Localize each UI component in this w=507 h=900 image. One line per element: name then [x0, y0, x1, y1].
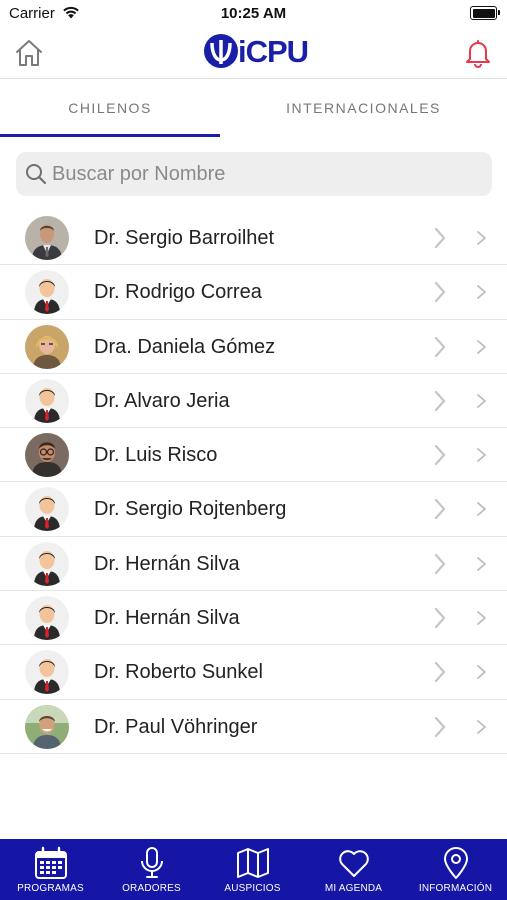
tab-internacionales[interactable]: INTERNACIONALES: [220, 79, 507, 137]
tab-informacion[interactable]: INFORMACIÓN: [405, 839, 506, 900]
disclosure-chevron-icon: [476, 719, 487, 740]
disclosure-chevron-icon: [476, 284, 487, 305]
chevron-right-icon: [433, 661, 447, 688]
speaker-row[interactable]: Dr. Roberto Sunkel: [0, 645, 507, 700]
notifications-button[interactable]: [463, 37, 493, 69]
speaker-row[interactable]: Dra. Daniela Gómez: [0, 320, 507, 374]
speaker-name: Dr. Luis Risco: [94, 444, 218, 467]
speaker-name: Dr. Paul Vöhringer: [94, 715, 258, 738]
home-button[interactable]: [13, 37, 45, 69]
search-input[interactable]: [52, 152, 482, 196]
tab-oradores[interactable]: ORADORES: [101, 839, 202, 900]
speaker-name: Dr. Sergio Barroilhet: [94, 227, 275, 249]
speaker-name: Dr. Alvaro Jeria: [94, 389, 230, 412]
tab-mi-agenda[interactable]: MI AGENDA: [303, 839, 404, 900]
chevron-right-icon: [433, 498, 447, 525]
search-icon: [25, 163, 47, 190]
avatar: [25, 650, 69, 695]
disclosure-chevron-icon: [476, 610, 487, 631]
tab-programas[interactable]: PROGRAMAS: [0, 839, 101, 900]
avatar: [25, 541, 69, 586]
avatar: [25, 433, 69, 478]
speaker-row[interactable]: Dr. Sergio Barroilhet: [0, 211, 507, 266]
search-bar: [16, 152, 492, 196]
speaker-list: Dr. Sergio Barroilhet Dr. Rodrigo Correa D…: [0, 211, 507, 754]
chevron-right-icon: [433, 716, 447, 743]
calendar-icon: [34, 846, 67, 879]
avatar: [25, 378, 69, 423]
bell-icon: [466, 40, 490, 68]
location-pin-icon: [443, 847, 468, 879]
tab-oradores-label: ORADORES: [122, 883, 181, 894]
bottom-tab-bar: PROGRAMAS ORADORES AUSPICIOS MI AGENDA I…: [0, 839, 507, 900]
speaker-row[interactable]: Dr. Paul Vöhringer: [0, 700, 507, 754]
clock: 10:25 AM: [220, 5, 287, 22]
speaker-row[interactable]: Dr. Rodrigo Correa: [0, 265, 507, 320]
tab-auspicios-label: AUSPICIOS: [224, 883, 281, 894]
avatar: [25, 704, 69, 749]
speaker-row[interactable]: Dr. Hernán Silva: [0, 591, 507, 646]
speaker-name: Dr. Rodrigo Correa: [94, 281, 262, 304]
disclosure-chevron-icon: [476, 556, 487, 577]
battery-icon: [470, 6, 500, 20]
speaker-name: Dr. Hernán Silva: [94, 607, 240, 630]
tab-informacion-label: INFORMACIÓN: [418, 883, 493, 894]
avatar: [25, 487, 69, 532]
disclosure-chevron-icon: [476, 393, 487, 414]
active-tab-indicator: [0, 134, 220, 137]
microphone-icon: [140, 847, 163, 878]
speaker-row[interactable]: Dr. Alvaro Jeria: [0, 374, 507, 429]
chevron-right-icon: [433, 281, 447, 308]
chevron-right-icon: [433, 553, 447, 580]
status-bar: Carrier 10:25 AM: [0, 0, 507, 28]
tab-programas-label: PROGRAMAS: [17, 883, 84, 894]
heart-icon: [338, 850, 369, 877]
disclosure-chevron-icon: [476, 501, 487, 522]
chevron-right-icon: [433, 336, 447, 363]
speaker-row[interactable]: Dr. Hernán Silva: [0, 537, 507, 592]
speaker-row[interactable]: Dr. Luis Risco: [0, 428, 507, 483]
avatar: [25, 324, 69, 369]
navigation-bar: iCPU: [0, 28, 507, 79]
speaker-name: Dra. Daniela Gómez: [94, 335, 276, 358]
disclosure-chevron-icon: [476, 664, 487, 685]
logo-mark: [204, 34, 238, 68]
chevron-right-icon: [433, 444, 447, 471]
avatar: [25, 596, 69, 641]
speaker-name: Dr. Roberto Sunkel: [94, 661, 263, 684]
logo-text: iCPU: [238, 34, 309, 69]
disclosure-chevron-icon: [476, 339, 487, 360]
home-icon: [16, 40, 42, 66]
speaker-name: Dr. Sergio Rojtenberg: [94, 498, 287, 521]
disclosure-chevron-icon: [476, 230, 487, 251]
avatar: [25, 216, 69, 260]
avatar: [25, 270, 69, 315]
chevron-right-icon: [433, 607, 447, 634]
speaker-tabs: CHILENOS INTERNACIONALES: [0, 79, 507, 139]
tab-mi-agenda-label: MI AGENDA: [324, 883, 383, 894]
tab-auspicios[interactable]: AUSPICIOS: [202, 839, 303, 900]
app-logo: iCPU: [204, 32, 309, 72]
speaker-name: Dr. Hernán Silva: [94, 552, 240, 575]
tab-chilenos[interactable]: CHILENOS: [0, 79, 220, 137]
map-icon: [236, 848, 269, 878]
chevron-right-icon: [433, 390, 447, 417]
speaker-row[interactable]: Dr. Sergio Rojtenberg: [0, 482, 507, 537]
chevron-right-icon: [433, 227, 447, 254]
disclosure-chevron-icon: [476, 447, 487, 468]
